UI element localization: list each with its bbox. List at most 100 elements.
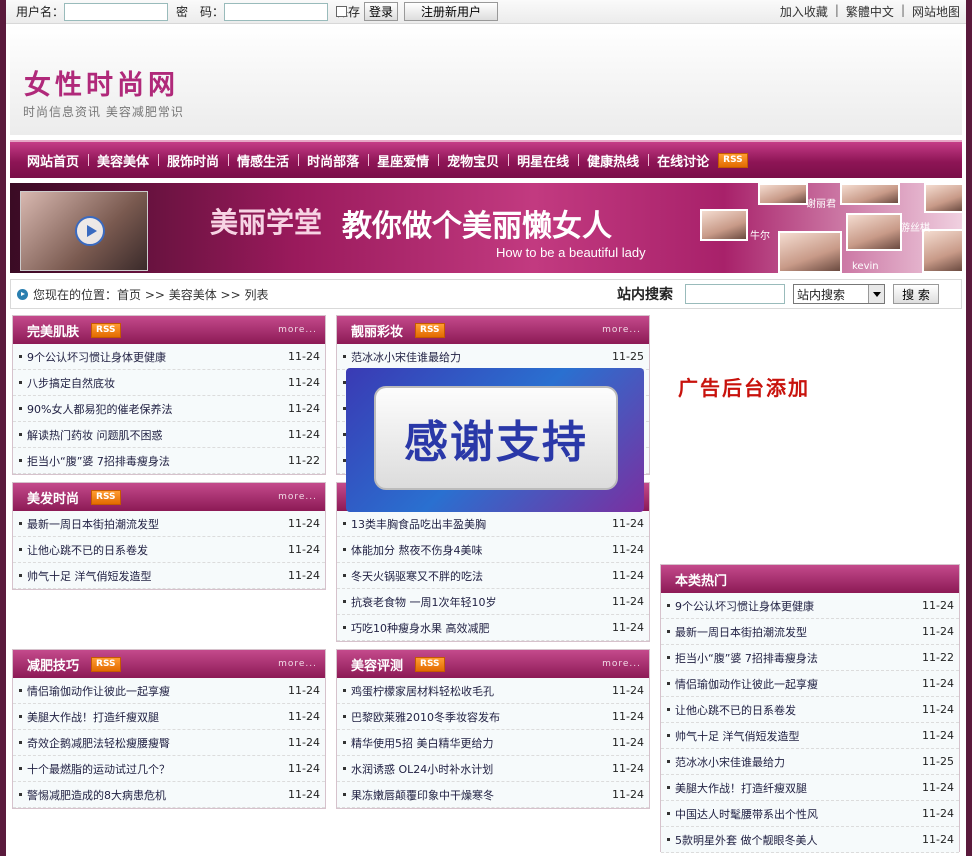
list-item[interactable]: 范冰冰小宋佳谁最给力 11-25 bbox=[661, 749, 959, 775]
article-title[interactable]: 5款明星外套 做个靓眼冬美人 bbox=[675, 832, 918, 848]
sitemap-link[interactable]: 网站地图 bbox=[912, 3, 960, 20]
box-title[interactable]: 减肥技巧 bbox=[27, 655, 79, 674]
article-title[interactable]: 范冰冰小宋佳谁最给力 bbox=[675, 754, 918, 770]
nav-item-horoscope[interactable]: 星座爱情 bbox=[368, 151, 438, 170]
article-title[interactable]: 体能加分 熬夜不伤身4美味 bbox=[351, 542, 608, 558]
more-link[interactable]: more... bbox=[278, 659, 317, 669]
list-item[interactable]: 八步搞定自然底妆 11-24 bbox=[13, 370, 325, 396]
article-title[interactable]: 解读热门药妆 问题肌不困惑 bbox=[27, 427, 284, 443]
article-title[interactable]: 范冰冰小宋佳谁最给力 bbox=[351, 349, 608, 365]
video-thumbnail[interactable] bbox=[20, 191, 148, 271]
save-checkbox[interactable]: 保存 bbox=[336, 3, 360, 20]
list-item[interactable]: 90%女人都易犯的催老保养法 11-24 bbox=[13, 396, 325, 422]
thanks-popup-overlay[interactable]: 感谢支持 bbox=[346, 368, 644, 512]
nav-item-stars[interactable]: 明星在线 bbox=[508, 151, 578, 170]
article-title[interactable]: 鸡蛋柠檬家居材料轻松收毛孔 bbox=[351, 683, 608, 699]
list-item[interactable]: 情侣瑜伽动作让彼此一起享瘦 11-24 bbox=[661, 671, 959, 697]
list-item[interactable]: 最新一周日本街拍潮流发型 11-24 bbox=[13, 511, 325, 537]
password-input[interactable] bbox=[224, 2, 329, 21]
list-item[interactable]: 十个最燃脂的运动试过几个？ 11-24 bbox=[13, 756, 325, 782]
list-item[interactable]: 最新一周日本街拍潮流发型 11-24 bbox=[661, 619, 959, 645]
list-item[interactable]: 冬天火锅驱寒又不胖的吃法 11-24 bbox=[337, 563, 649, 589]
article-title[interactable]: 抗衰老食物 一周1次年轻10岁 bbox=[351, 594, 608, 610]
more-link[interactable]: more... bbox=[602, 325, 641, 335]
list-item[interactable]: 鸡蛋柠檬家居材料轻松收毛孔 11-24 bbox=[337, 678, 649, 704]
article-title[interactable]: 最新一周日本街拍潮流发型 bbox=[675, 624, 918, 640]
list-item[interactable]: 情侣瑜伽动作让彼此一起享瘦 11-24 bbox=[13, 678, 325, 704]
list-item[interactable]: 巴黎欧莱雅2010冬季妆容发布 11-24 bbox=[337, 704, 649, 730]
list-item[interactable]: 9个公认坏习惯让身体更健康 11-24 bbox=[661, 593, 959, 619]
article-title[interactable]: 最新一周日本街拍潮流发型 bbox=[27, 516, 284, 532]
ad-placeholder-text[interactable]: 广告后台添加 bbox=[678, 372, 810, 401]
add-favorite-link[interactable]: 加入收藏 bbox=[780, 3, 828, 20]
search-input[interactable] bbox=[685, 284, 785, 304]
promo-banner[interactable]: 美丽学堂 教你做个美丽懒女人 How to be a beautiful lad… bbox=[10, 183, 962, 273]
article-title[interactable]: 巴黎欧莱雅2010冬季妆容发布 bbox=[351, 709, 608, 725]
nav-item-emotion[interactable]: 情感生活 bbox=[228, 151, 298, 170]
article-title[interactable]: 精华使用5招 美白精华更给力 bbox=[351, 735, 608, 751]
nav-item-home[interactable]: 网站首页 bbox=[18, 151, 88, 170]
article-title[interactable]: 帅气十足 洋气俏短发造型 bbox=[27, 568, 284, 584]
list-item[interactable]: 美腿大作战！打造纤瘦双腿 11-24 bbox=[661, 775, 959, 801]
nav-item-tribe[interactable]: 时尚部落 bbox=[298, 151, 368, 170]
rss-badge[interactable]: RSS bbox=[415, 322, 445, 338]
list-item[interactable]: 果冻嫩唇颠覆印象中干燥寒冬 11-24 bbox=[337, 782, 649, 808]
list-item[interactable]: 中国达人时髦腰带系出个性风 11-24 bbox=[661, 801, 959, 827]
list-item[interactable]: 精华使用5招 美白精华更给力 11-24 bbox=[337, 730, 649, 756]
box-title[interactable]: 美容评测 bbox=[351, 655, 403, 674]
article-title[interactable]: 冬天火锅驱寒又不胖的吃法 bbox=[351, 568, 608, 584]
checkbox-icon[interactable] bbox=[336, 6, 348, 17]
nav-item-pets[interactable]: 宠物宝贝 bbox=[438, 151, 508, 170]
list-item[interactable]: 13类丰胸食品吃出丰盈美胸 11-24 bbox=[337, 511, 649, 537]
more-link[interactable]: more... bbox=[602, 659, 641, 669]
box-title[interactable]: 完美肌肤 bbox=[27, 321, 79, 340]
login-button[interactable]: 登录 bbox=[364, 2, 399, 21]
list-item[interactable]: 水润诱惑 OL24小时补水计划 11-24 bbox=[337, 756, 649, 782]
rss-badge[interactable]: RSS bbox=[415, 656, 445, 672]
list-item[interactable]: 拒当小“腹”婆 7招排毒瘦身法 11-22 bbox=[661, 645, 959, 671]
list-item[interactable]: 范冰冰小宋佳谁最给力 11-25 bbox=[337, 344, 649, 370]
article-title[interactable]: 奇效企鹅减肥法轻松瘦腰瘦臀 bbox=[27, 735, 284, 751]
list-item[interactable]: 奇效企鹅减肥法轻松瘦腰瘦臀 11-24 bbox=[13, 730, 325, 756]
nav-item-beauty[interactable]: 美容美体 bbox=[88, 151, 158, 170]
list-item[interactable]: 美腿大作战！打造纤瘦双腿 11-24 bbox=[13, 704, 325, 730]
article-title[interactable]: 果冻嫩唇颠覆印象中干燥寒冬 bbox=[351, 787, 608, 803]
rss-badge[interactable]: RSS bbox=[718, 152, 748, 168]
box-title[interactable]: 靓丽彩妆 bbox=[351, 321, 403, 340]
box-title[interactable]: 美发时尚 bbox=[27, 488, 79, 507]
traditional-chinese-link[interactable]: 繁體中文 bbox=[846, 3, 894, 20]
list-item[interactable]: 警惕减肥造成的8大病患危机 11-24 bbox=[13, 782, 325, 808]
register-button[interactable]: 注册新用户 bbox=[404, 2, 499, 21]
article-title[interactable]: 中国达人时髦腰带系出个性风 bbox=[675, 806, 918, 822]
list-item[interactable]: 9个公认坏习惯让身体更健康 11-24 bbox=[13, 344, 325, 370]
article-title[interactable]: 9个公认坏习惯让身体更健康 bbox=[27, 349, 284, 365]
list-item[interactable]: 帅气十足 洋气俏短发造型 11-24 bbox=[13, 563, 325, 589]
list-item[interactable]: 抗衰老食物 一周1次年轻10岁 11-24 bbox=[337, 589, 649, 615]
article-title[interactable]: 警惕减肥造成的8大病患危机 bbox=[27, 787, 284, 803]
article-title[interactable]: 9个公认坏习惯让身体更健康 bbox=[675, 598, 918, 614]
more-link[interactable]: more... bbox=[278, 325, 317, 335]
list-item[interactable]: 让他心跳不已的日系卷发 11-24 bbox=[13, 537, 325, 563]
article-title[interactable]: 90%女人都易犯的催老保养法 bbox=[27, 401, 284, 417]
rss-badge[interactable]: RSS bbox=[91, 489, 121, 505]
list-item[interactable]: 5款明星外套 做个靓眼冬美人 11-24 bbox=[661, 827, 959, 853]
nav-item-fashion[interactable]: 服饰时尚 bbox=[158, 151, 228, 170]
article-title[interactable]: 拒当小“腹”婆 7招排毒瘦身法 bbox=[27, 453, 284, 469]
article-title[interactable]: 帅气十足 洋气俏短发造型 bbox=[675, 728, 918, 744]
play-icon[interactable] bbox=[75, 216, 105, 246]
rss-badge[interactable]: RSS bbox=[91, 656, 121, 672]
more-link[interactable]: more... bbox=[278, 492, 317, 502]
article-title[interactable]: 让他心跳不已的日系卷发 bbox=[27, 542, 284, 558]
article-title[interactable]: 美腿大作战！打造纤瘦双腿 bbox=[675, 780, 918, 796]
article-title[interactable]: 巧吃10种瘦身水果 高效减肥 bbox=[351, 620, 608, 636]
list-item[interactable]: 巧吃10种瘦身水果 高效减肥 11-24 bbox=[337, 615, 649, 641]
breadcrumb[interactable]: 您现在的位置：首页 >> 美容美体 >> 列表 bbox=[33, 286, 268, 303]
article-title[interactable]: 八步搞定自然底妆 bbox=[27, 375, 284, 391]
list-item[interactable]: 帅气十足 洋气俏短发造型 11-24 bbox=[661, 723, 959, 749]
search-button[interactable]: 搜 索 bbox=[893, 284, 939, 304]
article-title[interactable]: 情侣瑜伽动作让彼此一起享瘦 bbox=[27, 683, 284, 699]
site-logo-title[interactable]: 女性时尚网 bbox=[24, 63, 179, 102]
nav-item-health[interactable]: 健康热线 bbox=[578, 151, 648, 170]
list-item[interactable]: 体能加分 熬夜不伤身4美味 11-24 bbox=[337, 537, 649, 563]
article-title[interactable]: 拒当小“腹”婆 7招排毒瘦身法 bbox=[675, 650, 918, 666]
